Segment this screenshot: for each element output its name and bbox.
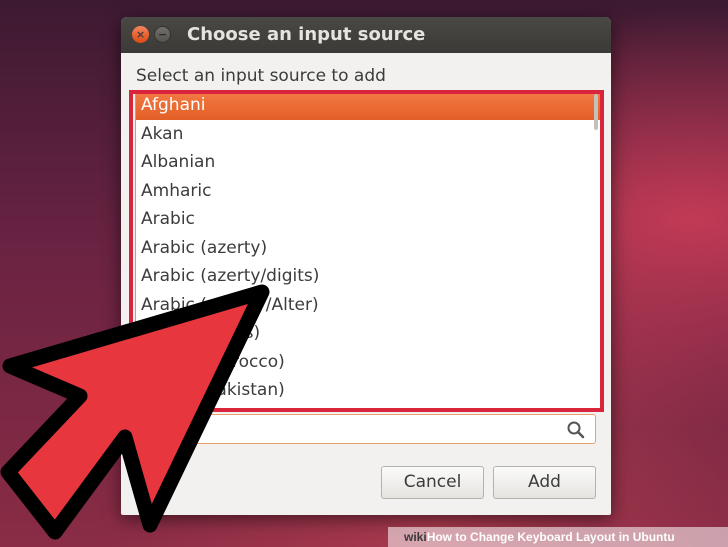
text-caret [144,422,145,438]
list-scrollbar[interactable] [594,94,598,130]
search-icon [567,421,585,439]
input-source-list[interactable]: Afghani Akan Albanian Amharic Arabic Ara… [135,90,601,410]
list-item[interactable]: Arabic (digits) [136,319,600,348]
wikihow-logo: wiki [404,530,427,544]
search-input[interactable] [136,414,596,444]
wikihow-caption: wikiHow to Change Keyboard Layout in Ubu… [388,527,728,547]
add-button[interactable]: Add [493,466,596,499]
list-item[interactable]: Arabic [136,205,600,234]
dialog-title: Choose an input source [187,24,426,45]
input-source-dialog: × − Choose an input source Select an inp… [121,17,611,515]
list-item[interactable]: Arabic (Pakistan) [136,376,600,405]
list-item[interactable]: Arabic (Morocco) [136,348,600,377]
list-item[interactable]: Akan [136,120,600,149]
dialog-prompt: Select an input source to add [136,66,386,86]
list-item[interactable]: Albanian [136,148,600,177]
caption-how: How [426,530,453,544]
caption-text: to Change Keyboard Layout in Ubuntu [452,530,675,544]
dialog-titlebar: × − Choose an input source [121,17,611,53]
cancel-button[interactable]: Cancel [381,466,484,499]
list-item[interactable]: Afghani [136,91,600,120]
minimize-button[interactable]: − [154,26,171,43]
close-button[interactable]: × [132,26,149,43]
list-item[interactable]: Arabic (azerty/digits) [136,262,600,291]
list-item[interactable]: Amharic [136,177,600,206]
list-item[interactable]: Arabic (qwerty/Alter) [136,291,600,320]
list-item[interactable]: Arabic (azerty) [136,234,600,263]
